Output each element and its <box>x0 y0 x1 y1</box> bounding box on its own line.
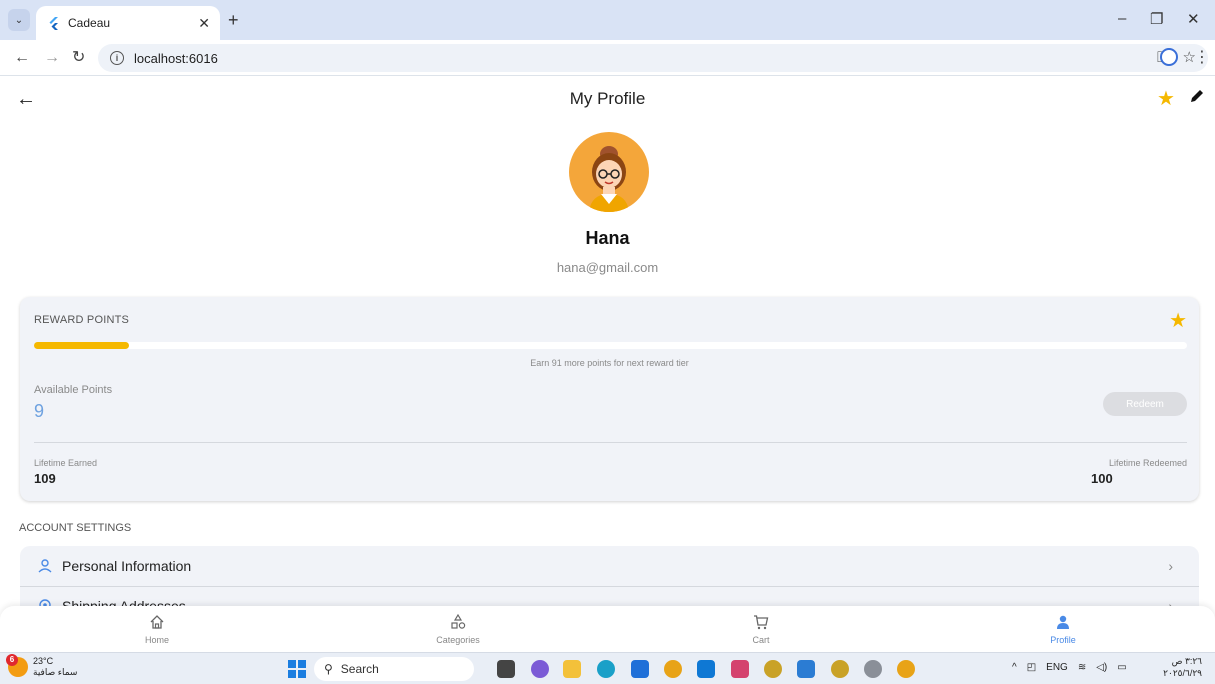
weather-widget[interactable]: 6 23°C سماء صافية <box>6 654 78 678</box>
chrome-profile-icon[interactable] <box>764 660 782 678</box>
windows-taskbar: 6 23°C سماء صافية ⚲ Search ^ ◰ ENG ≋ ◁) … <box>0 652 1215 684</box>
reward-progress-bar <box>34 342 1187 349</box>
app-icon[interactable] <box>731 660 749 678</box>
wifi-icon[interactable]: ≋ <box>1078 662 1086 673</box>
chevron-up-icon[interactable]: ^ <box>1012 662 1017 673</box>
nav-home[interactable]: Home <box>97 606 217 652</box>
home-icon <box>150 615 164 629</box>
clock-date: ٢٠٢٥/٦/٢٩ <box>1163 668 1202 678</box>
account-settings-title: ACCOUNT SETTINGS <box>19 522 132 534</box>
taskbar-search[interactable]: ⚲ Search <box>314 657 474 681</box>
page-title: My Profile <box>569 89 646 108</box>
app-bar: ← My Profile ★ <box>0 77 1215 123</box>
chrome-icon[interactable] <box>897 660 915 678</box>
close-window-button[interactable]: ✕ <box>1187 10 1200 28</box>
restore-button[interactable]: ❐ <box>1150 10 1163 28</box>
taskbar-search-label: Search <box>340 662 379 676</box>
avatar <box>569 132 649 212</box>
tab-close-icon[interactable]: ✕ <box>198 15 210 32</box>
reward-points-title: REWARD POINTS <box>34 314 130 326</box>
avatar-illustration <box>589 146 629 212</box>
chrome-icon[interactable] <box>664 660 682 678</box>
reward-points-card: REWARD POINTS ★ Earn 91 more points for … <box>20 297 1199 501</box>
nav-label: Categories <box>436 635 480 645</box>
lifetime-earned-value: 109 <box>34 471 56 486</box>
nav-label: Cart <box>752 635 770 645</box>
nav-profile[interactable]: Profile <box>1003 606 1123 652</box>
categories-icon <box>451 614 466 629</box>
weather-desc: سماء صافية <box>33 667 78 677</box>
site-info-icon[interactable]: i <box>110 51 124 65</box>
nav-cart[interactable]: Cart <box>701 606 821 652</box>
weather-badge-count: 6 <box>6 654 18 666</box>
task-view-icon[interactable] <box>497 660 515 678</box>
lifetime-earned-label: Lifetime Earned <box>34 458 98 468</box>
edge-icon[interactable] <box>597 660 615 678</box>
flutter-logo-icon <box>49 17 58 30</box>
volume-icon[interactable]: ◁) <box>1096 662 1107 673</box>
user-email: hana@gmail.com <box>556 260 659 275</box>
clock-time: ٣:٢٦ ص <box>1171 656 1202 666</box>
search-icon: ⚲ <box>324 662 333 676</box>
system-clock[interactable]: ٣:٢٦ ص ٢٠٢٥/٦/٢٩ <box>1162 655 1202 679</box>
chrome-profile-icon[interactable] <box>831 660 849 678</box>
settings-gear-icon[interactable] <box>864 660 882 678</box>
browser-toolbar: ← → ↻ i localhost:6016 ⚿ ☆ <box>0 40 1215 76</box>
nav-label: Home <box>144 635 169 645</box>
chevron-right-icon: › <box>1168 558 1173 574</box>
settings-item-shipping-addresses[interactable]: Shipping Addresses › <box>20 586 1199 608</box>
star-icon[interactable]: ★ <box>1157 86 1175 111</box>
copilot-icon[interactable] <box>531 660 549 678</box>
language-indicator[interactable]: ENG <box>1046 662 1068 673</box>
reload-icon[interactable]: ↻ <box>72 48 85 68</box>
store-icon[interactable] <box>631 660 649 678</box>
available-points-value: 9 <box>34 401 45 421</box>
person-icon <box>1057 615 1069 629</box>
star-icon: ★ <box>1169 310 1187 332</box>
reward-progress-text: Earn 91 more points for next reward tier <box>530 358 689 368</box>
address-bar[interactable]: i localhost:6016 ⚿ ☆ <box>98 44 1208 72</box>
reward-progress-fill <box>34 342 129 349</box>
new-tab-button[interactable]: + <box>228 10 239 30</box>
battery-icon[interactable]: ▭ <box>1117 662 1126 673</box>
person-outline-icon <box>38 559 52 573</box>
tab-title: Cadeau <box>68 16 111 30</box>
edit-pencil-icon[interactable] <box>1188 87 1206 105</box>
outlook-icon[interactable] <box>697 660 715 678</box>
forward-nav-icon[interactable]: → <box>44 48 60 68</box>
redeem-button[interactable]: Redeem <box>1103 392 1187 416</box>
divider <box>34 442 1187 443</box>
browser-tab-bar: ⌄ Cadeau ✕ + – ❐ ✕ <box>0 0 1215 40</box>
lifetime-redeemed-label: Lifetime Redeemed <box>1108 458 1187 468</box>
tab-search-button[interactable]: ⌄ <box>8 9 30 31</box>
minimize-button[interactable]: – <box>1118 10 1126 27</box>
browser-tab[interactable]: Cadeau ✕ <box>36 6 220 40</box>
nav-label: Profile <box>1050 635 1076 645</box>
lifetime-redeemed-value: 100 <box>1091 471 1113 486</box>
settings-item-label: Personal Information <box>62 558 192 574</box>
file-explorer-icon[interactable] <box>563 660 581 678</box>
cart-icon <box>754 615 769 630</box>
windows-start-icon[interactable] <box>288 660 306 678</box>
url-text: localhost:6016 <box>134 50 218 66</box>
account-settings-list: Personal Information › Shipping Addresse… <box>20 546 1199 608</box>
bottom-navigation: Home Categories Cart Profile <box>0 606 1215 652</box>
weather-temp: 23°C <box>33 656 54 666</box>
nav-categories[interactable]: Categories <box>398 606 518 652</box>
browser-menu-icon[interactable]: ⋮ <box>1194 47 1210 67</box>
profile-avatar-icon[interactable] <box>1160 48 1178 66</box>
vscode-icon[interactable] <box>797 660 815 678</box>
user-name: Hana <box>585 228 630 248</box>
system-tray: ^ ◰ ENG ≋ ◁) ▭ <box>1012 662 1127 673</box>
available-points-label: Available Points <box>34 384 113 396</box>
back-nav-icon[interactable]: ← <box>14 48 30 68</box>
settings-item-personal-information[interactable]: Personal Information › <box>20 546 1199 586</box>
network-status-icon[interactable]: ◰ <box>1027 662 1036 673</box>
weather-sun-icon: 6 <box>6 654 28 677</box>
